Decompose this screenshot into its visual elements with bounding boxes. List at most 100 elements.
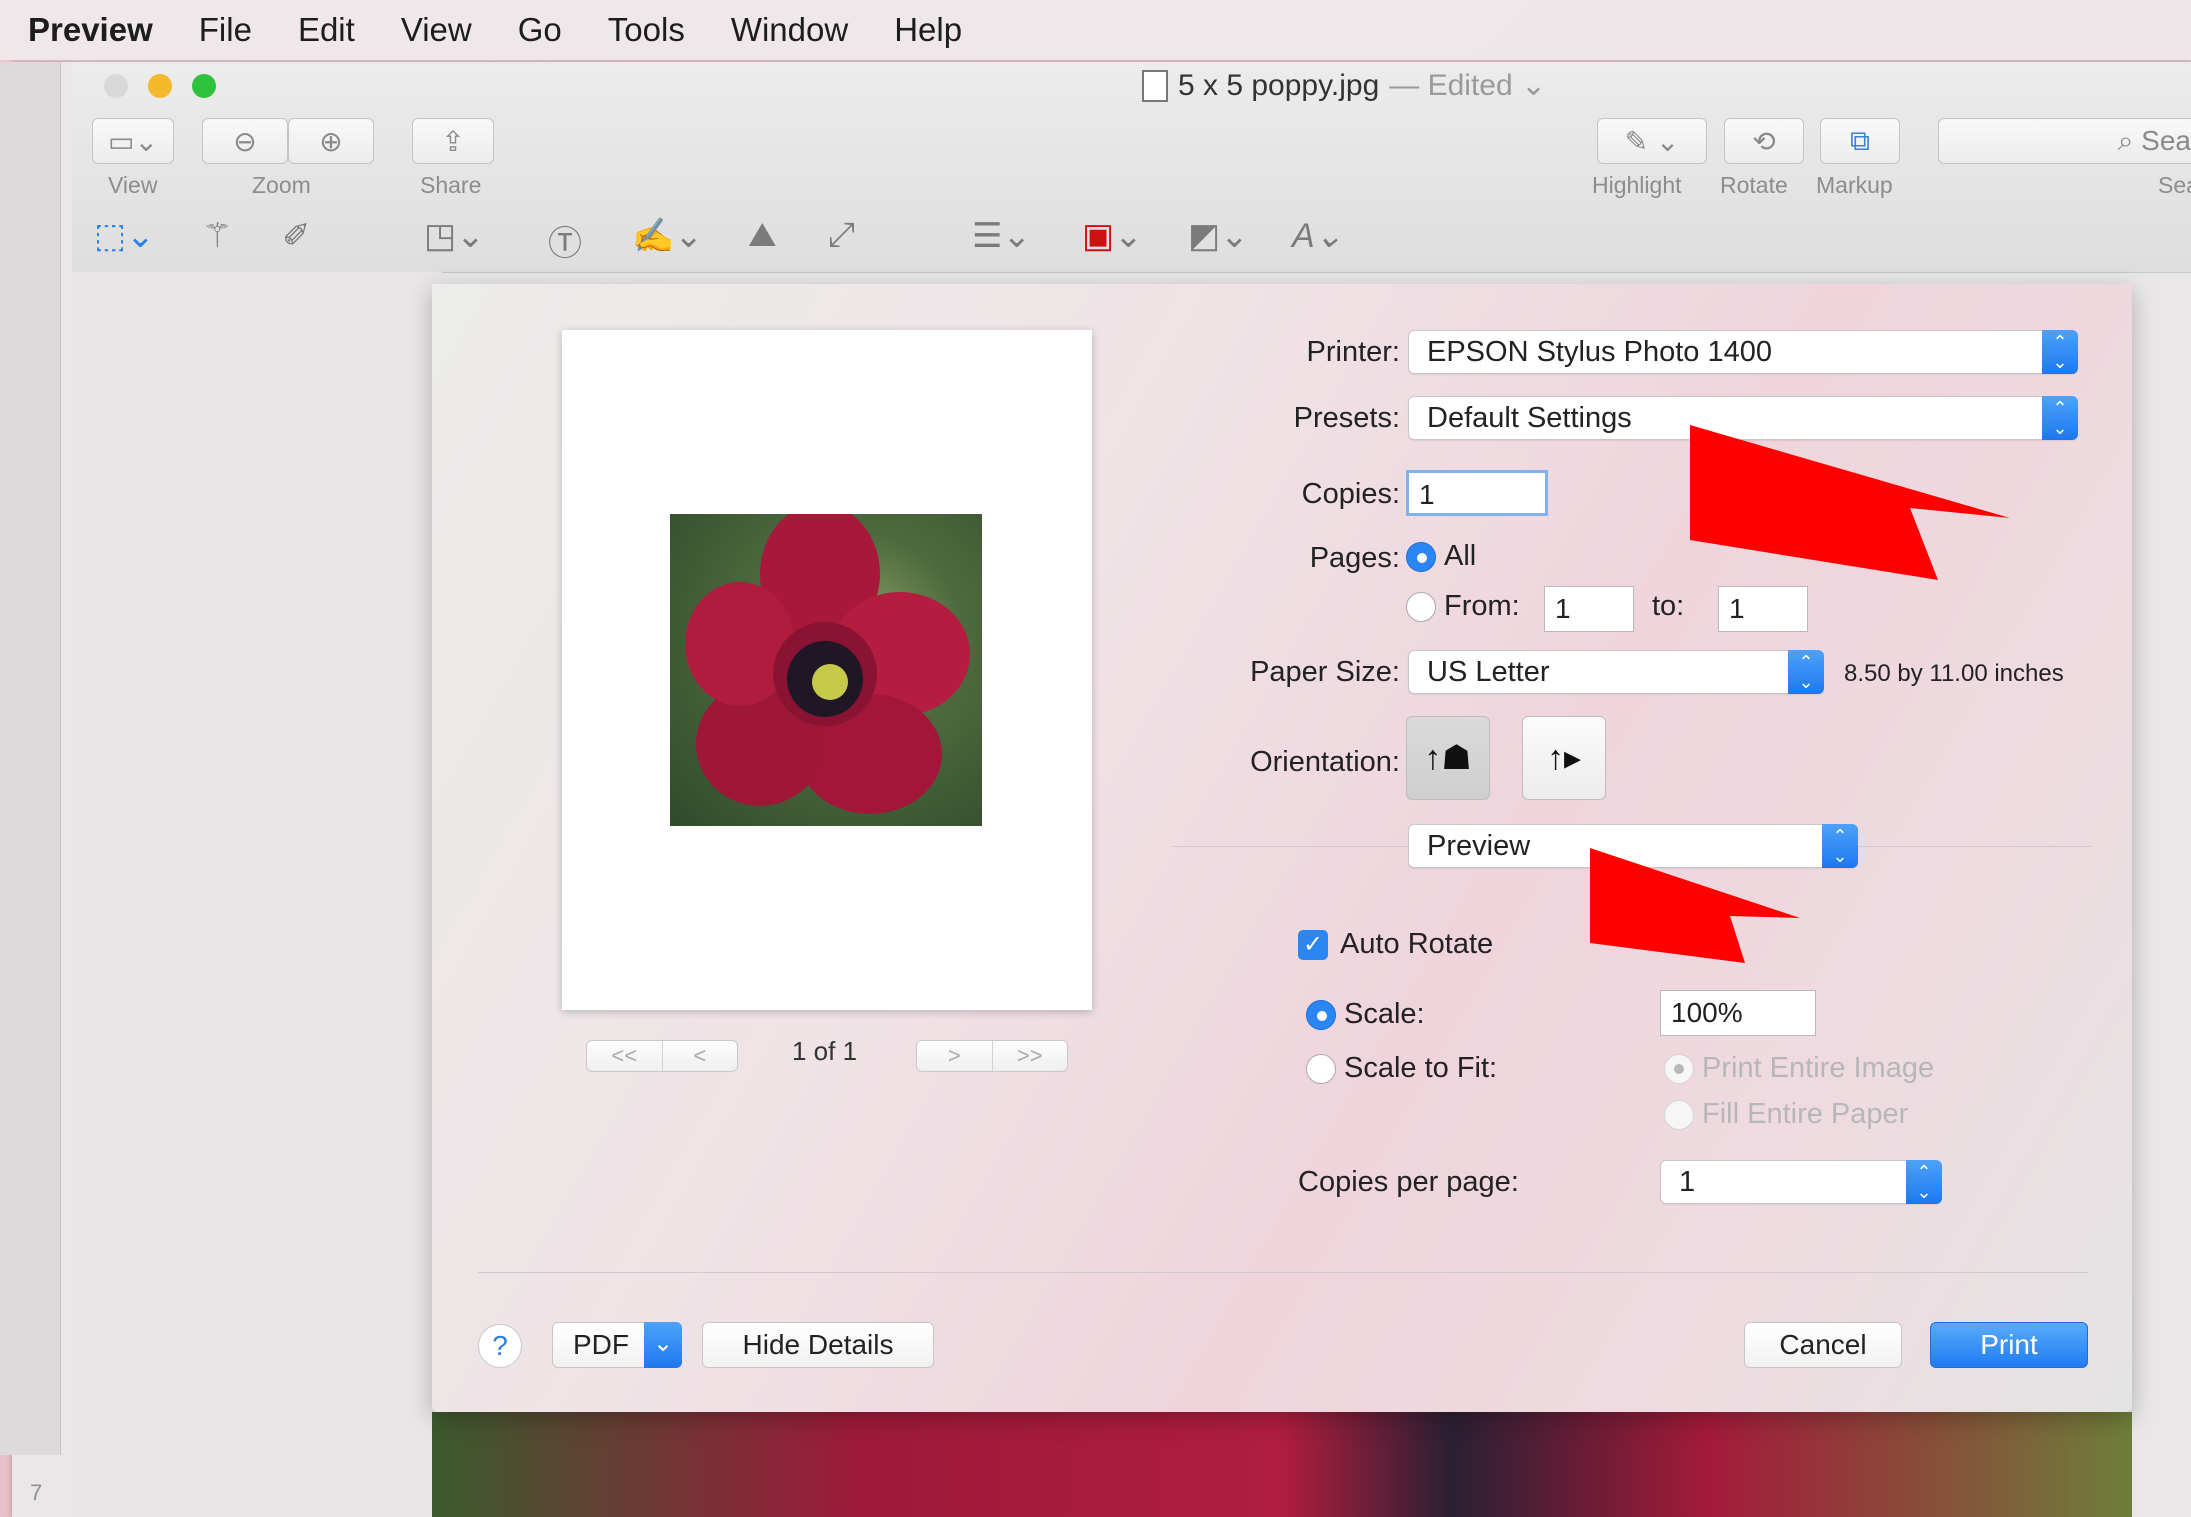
help-button[interactable]: ? <box>478 1324 522 1368</box>
menu-edit[interactable]: Edit <box>298 11 355 49</box>
portrait-icon: ↑☗ <box>1424 739 1472 777</box>
landscape-icon: ↑▸ <box>1546 739 1582 777</box>
menu-file[interactable]: File <box>199 11 252 49</box>
copies-per-page-value: 1 <box>1679 1166 1696 1198</box>
pages-range-radio[interactable] <box>1406 592 1436 622</box>
auto-rotate-label: Auto Rotate <box>1340 928 1494 960</box>
rotate-label: Rotate <box>1720 172 1788 198</box>
popup-arrows-icon: ⌃ ⌄ <box>2042 396 2078 440</box>
rotate-button[interactable]: ⟲ <box>1724 118 1804 164</box>
adjust-size-icon[interactable]: ⤢ <box>828 216 855 255</box>
pages-to-input[interactable]: 1 <box>1718 586 1808 632</box>
pages-from-input[interactable]: 1 <box>1544 586 1634 632</box>
menu-app-preview[interactable]: Preview <box>28 11 153 49</box>
toolbox-icon: ⧉ <box>1850 124 1870 156</box>
copies-per-page-popup[interactable]: 1 ⌃ ⌄ <box>1660 1160 1942 1204</box>
view-label: View <box>108 172 158 198</box>
scale-to-fit-radio[interactable] <box>1306 1054 1336 1084</box>
annotation-arrow-preview <box>1590 848 1800 963</box>
pages-all-label: All <box>1444 540 1477 572</box>
minimize-window-button[interactable] <box>148 74 172 98</box>
print-preview-page <box>562 330 1092 1010</box>
title-bar: 5 x 5 poppy.jpg — Edited ⌄ ▭⌄ View ⊖ ⊕ Z… <box>72 62 2191 273</box>
print-entire-image-radio[interactable] <box>1664 1054 1694 1084</box>
share-button[interactable]: ⇪ <box>412 118 494 164</box>
orientation-label: Orientation: <box>1250 746 1400 778</box>
auto-rotate-checkbox[interactable]: ✓ <box>1298 930 1328 960</box>
highlight-button[interactable]: ✎ ⌄ <box>1597 118 1707 164</box>
markup-label: Markup <box>1816 172 1893 198</box>
copies-per-page-label: Copies per page: <box>1298 1166 1519 1198</box>
search-field[interactable]: ⌕ Sea <box>1938 118 2191 164</box>
portrait-orientation-button[interactable]: ↑☗ <box>1406 716 1490 800</box>
next-page-button[interactable]: > <box>917 1041 992 1071</box>
text-icon[interactable]: Ⓣ <box>548 216 582 265</box>
shapes-icon[interactable]: ◳⌄ <box>424 216 485 256</box>
document-icon <box>1142 69 1168 102</box>
paper-size-popup[interactable]: US Letter ⌃ ⌄ <box>1408 650 1824 694</box>
sketch-icon[interactable]: ✐ <box>282 216 311 256</box>
sign-icon[interactable]: ✍⌄ <box>632 216 703 256</box>
popup-arrows-icon: ⌃ ⌄ <box>2042 330 2078 374</box>
search-placeholder: Sea <box>2141 125 2191 156</box>
menu-tools[interactable]: Tools <box>608 11 685 49</box>
previous-page-button[interactable]: < <box>661 1041 738 1071</box>
landscape-orientation-button[interactable]: ↑▸ <box>1522 716 1606 800</box>
printer-popup[interactable]: EPSON Stylus Photo 1400 ⌃ ⌄ <box>1408 330 2078 374</box>
fill-entire-paper-radio[interactable] <box>1664 1100 1694 1130</box>
pages-all-radio[interactable] <box>1406 542 1436 572</box>
search-icon: ⌕ <box>2117 124 2142 156</box>
zoom-label: Zoom <box>252 172 311 198</box>
window-title: 5 x 5 poppy.jpg — Edited ⌄ <box>1142 68 1546 103</box>
close-window-button[interactable] <box>104 74 128 98</box>
print-button[interactable]: Print <box>1930 1322 2088 1368</box>
instant-alpha-icon[interactable]: ⚚ <box>202 216 232 256</box>
rectangular-selection-icon[interactable]: ⬚⌄ <box>94 216 155 256</box>
zoom-out-button[interactable]: ⊖ <box>202 118 288 164</box>
zoom-out-icon: ⊖ <box>233 125 257 157</box>
window-title-filename: 5 x 5 poppy.jpg <box>1178 68 1380 102</box>
printer-value: EPSON Stylus Photo 1400 <box>1427 336 1772 368</box>
printer-label: Printer: <box>1306 336 1400 368</box>
copies-input[interactable]: 1 <box>1406 470 1548 516</box>
thumbnail-sidebar <box>72 272 442 1517</box>
annotation-arrow-presets <box>1690 425 2010 580</box>
popup-arrows-icon: ⌃ ⌄ <box>1906 1160 1942 1204</box>
border-color-icon[interactable]: ▣⌄ <box>1082 216 1143 256</box>
preview-next-nav[interactable]: > >> <box>916 1040 1068 1072</box>
document-image-canvas <box>432 1412 2132 1517</box>
pdf-menu-button[interactable]: PDF ⌄ <box>552 1322 682 1368</box>
last-page-button[interactable]: >> <box>991 1041 1068 1071</box>
menu-view[interactable]: View <box>401 11 472 49</box>
pdf-label: PDF <box>573 1329 629 1360</box>
first-page-button[interactable]: << <box>587 1041 662 1071</box>
print-entire-image-label: Print Entire Image <box>1702 1052 1935 1084</box>
menu-go[interactable]: Go <box>518 11 562 49</box>
edited-indicator[interactable]: — Edited ⌄ <box>1389 68 1546 103</box>
cancel-button[interactable]: Cancel <box>1744 1322 1902 1368</box>
shape-style-icon[interactable]: ☰⌄ <box>972 216 1031 256</box>
markup-button[interactable]: ⧉ <box>1820 118 1900 164</box>
menu-bar: Preview File Edit View Go Tools Window H… <box>0 0 2191 60</box>
menu-window[interactable]: Window <box>731 11 848 49</box>
share-icon: ⇪ <box>441 125 465 157</box>
hide-details-button[interactable]: Hide Details <box>702 1322 934 1368</box>
fill-color-icon[interactable]: ◩⌄ <box>1188 216 1249 256</box>
rotate-icon: ⟲ <box>1752 125 1776 157</box>
view-button[interactable]: ▭⌄ <box>92 118 174 164</box>
adjust-color-icon[interactable]: ⛰ <box>748 216 777 255</box>
scale-label: Scale: <box>1344 998 1425 1030</box>
highlight-label: Highlight <box>1592 172 1682 198</box>
fill-entire-paper-label: Fill Entire Paper <box>1702 1098 1909 1130</box>
zoom-in-button[interactable]: ⊕ <box>288 118 374 164</box>
scale-to-fit-label: Scale to Fit: <box>1344 1052 1498 1084</box>
scale-radio[interactable] <box>1306 1000 1336 1030</box>
paper-size-label: Paper Size: <box>1250 656 1400 688</box>
menu-help[interactable]: Help <box>894 11 962 49</box>
preview-prev-nav[interactable]: << < <box>586 1040 738 1072</box>
scale-input[interactable]: 100% <box>1660 990 1816 1036</box>
popup-arrows-icon: ⌃ ⌄ <box>1788 650 1824 694</box>
text-style-icon[interactable]: A⌄ <box>1292 216 1343 256</box>
zoom-window-button[interactable] <box>192 74 216 98</box>
poppy-thumbnail-image <box>670 514 982 826</box>
